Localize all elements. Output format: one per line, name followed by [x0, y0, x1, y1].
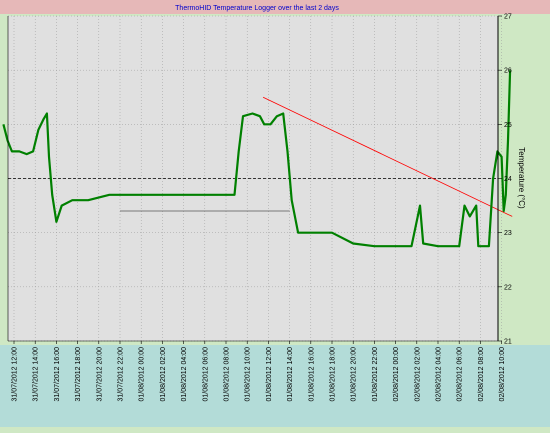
y-tick-label: 24 [504, 176, 512, 183]
x-tick-label: 01/08/2012 08:00 [224, 347, 231, 402]
x-tick-label: 01/08/2012 16:00 [308, 347, 315, 402]
x-tick-label: 31/07/2012 12:00 [12, 347, 19, 402]
x-tick-label: 01/08/2012 20:00 [351, 347, 358, 402]
x-tick-label: 01/08/2012 12:00 [266, 347, 273, 402]
x-tick-label: 31/07/2012 22:00 [118, 347, 125, 402]
y-tick-label: 26 [504, 68, 512, 75]
x-tick-label: 02/08/2012 02:00 [414, 347, 421, 402]
x-tick-label: 01/08/2012 14:00 [287, 347, 294, 402]
x-tick-label: 01/08/2012 10:00 [245, 347, 252, 402]
x-tick-label: 02/08/2012 04:00 [436, 347, 443, 402]
x-tick-label: 02/08/2012 00:00 [393, 347, 400, 402]
y-tick-label: 22 [504, 284, 512, 291]
x-tick-label: 01/08/2012 02:00 [160, 347, 167, 402]
chart-frame: ThermoHID Temperature Logger over the la… [0, 0, 550, 433]
y-tick-label: 21 [504, 339, 512, 346]
x-tick-label: 01/08/2012 00:00 [139, 347, 146, 402]
y-ticks: 21 22 23 24 25 26 27 [498, 14, 512, 346]
y-tick-label: 25 [504, 122, 512, 129]
x-tick-label: 02/08/2012 10:00 [499, 347, 506, 402]
x-tick-label: 02/08/2012 06:00 [457, 347, 464, 402]
y-axis-label: Temperature (°C) [517, 147, 526, 209]
y-tick-label: 27 [504, 14, 512, 21]
x-tick-label: 31/07/2012 20:00 [96, 347, 103, 402]
x-tick-label: 31/07/2012 18:00 [75, 347, 82, 402]
x-tick-label: 01/08/2012 06:00 [202, 347, 209, 402]
x-axis-band [0, 345, 550, 427]
x-tick-label: 01/08/2012 22:00 [372, 347, 379, 402]
chart-title: ThermoHID Temperature Logger over the la… [175, 5, 339, 12]
x-tick-label: 31/07/2012 14:00 [33, 347, 40, 402]
x-tick-label: 31/07/2012 16:00 [54, 347, 61, 402]
y-tick-label: 23 [504, 230, 512, 237]
x-tick-label: 01/08/2012 18:00 [330, 347, 337, 402]
x-tick-label: 02/08/2012 08:00 [478, 347, 485, 402]
temperature-chart: ThermoHID Temperature Logger over the la… [0, 0, 550, 427]
x-tick-label: 01/08/2012 04:00 [181, 347, 188, 402]
